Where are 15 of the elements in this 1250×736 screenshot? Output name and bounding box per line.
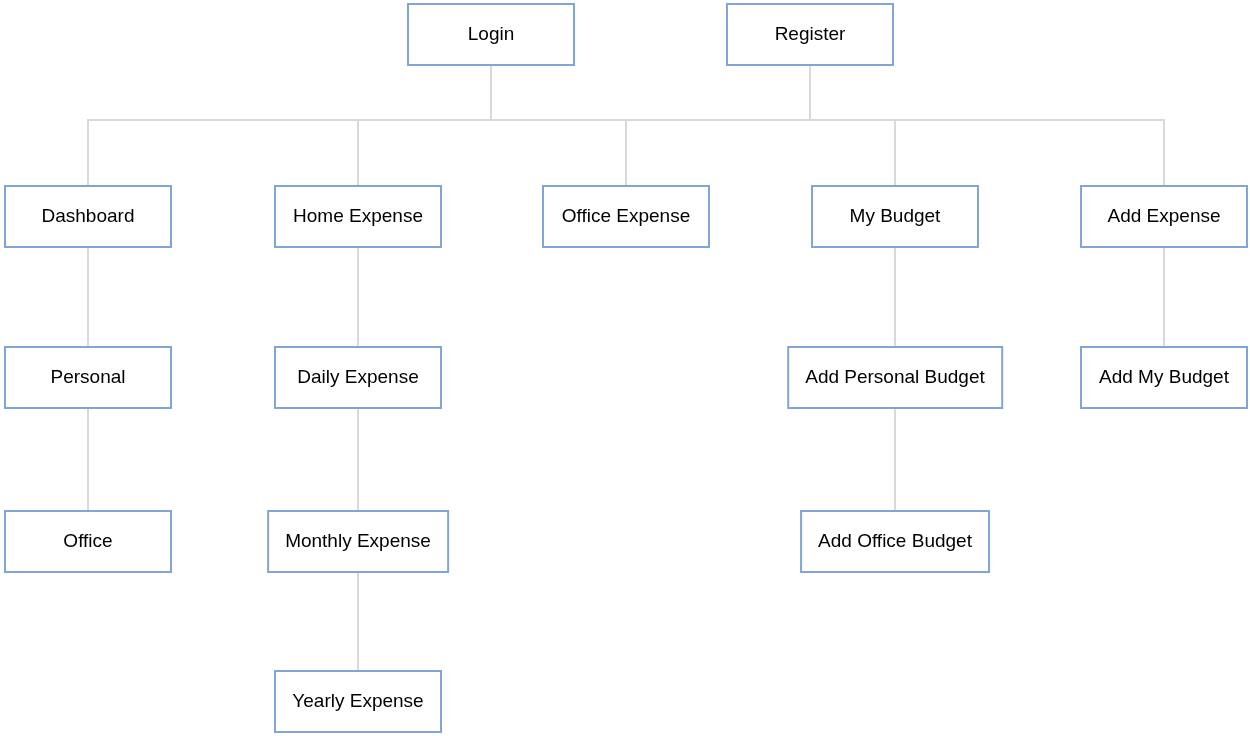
page-node: My Budget xyxy=(811,185,979,248)
page-node: Home Expense xyxy=(274,185,442,248)
page-node: Personal xyxy=(4,346,172,409)
page-node: Yearly Expense xyxy=(274,670,442,733)
page-node: Monthly Expense xyxy=(267,510,449,573)
page-node: Add Expense xyxy=(1080,185,1248,248)
page-node: Login xyxy=(407,3,575,66)
page-node: Dashboard xyxy=(4,185,172,248)
page-node: Add Personal Budget xyxy=(787,346,1003,409)
page-node: Add My Budget xyxy=(1080,346,1248,409)
page-node: Register xyxy=(726,3,894,66)
page-node: Office xyxy=(4,510,172,573)
page-node: Add Office Budget xyxy=(800,510,990,573)
page-node: Office Expense xyxy=(542,185,710,248)
page-node: Daily Expense xyxy=(274,346,442,409)
